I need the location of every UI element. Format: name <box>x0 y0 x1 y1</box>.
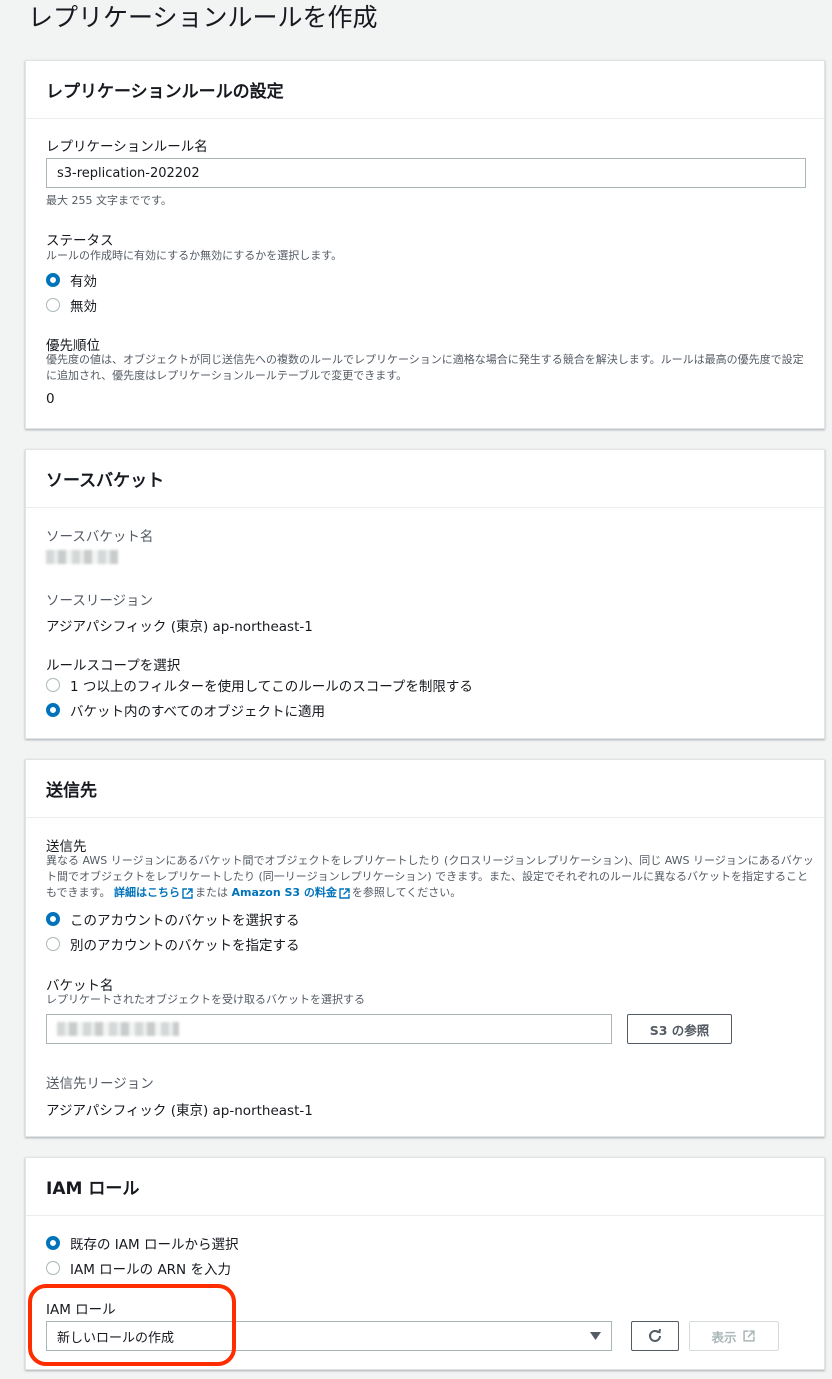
radio-unchecked-icon <box>46 678 60 692</box>
radio-checked-icon <box>46 912 60 926</box>
learn-more-link[interactable]: 詳細はこちら <box>114 886 180 899</box>
panel-title: レプリケーションルールの設定 <box>46 82 284 102</box>
radio-unchecked-icon <box>46 298 60 312</box>
rule-name-label: レプリケーションルール名 <box>46 139 208 155</box>
external-link-icon <box>742 1330 755 1342</box>
refresh-button[interactable] <box>631 1321 679 1351</box>
priority-description: 優先度の値は、オブジェクトが同じ送信先への複数のルールでレプリケーションに適格な… <box>46 353 804 382</box>
s3-pricing-link[interactable]: Amazon S3 の料金 <box>231 886 336 899</box>
role-arn-radio[interactable]: IAM ロールの ARN を入力 <box>46 1258 231 1278</box>
view-button-label: 表示 <box>711 1329 737 1345</box>
source-bucket-panel: ソースバケット ソースバケット名 ソースリージョン アジアパシフィック (東京)… <box>25 449 825 739</box>
scope-all-objects-radio[interactable]: バケット内のすべてのオブジェクトに適用 <box>46 700 325 720</box>
panel-title: IAM ロール <box>46 1179 140 1199</box>
external-link-icon <box>339 887 350 899</box>
radio-label: バケット内のすべてのオブジェクトに適用 <box>70 704 326 720</box>
scope-filter-radio[interactable]: 1 つ以上のフィルターを使用してこのルールのスコープを制限する <box>46 675 473 695</box>
panel-header: IAM ロール <box>26 1158 824 1216</box>
other-account-radio[interactable]: 別のアカウントのバケットを指定する <box>46 934 300 954</box>
radio-label: 別のアカウントのバケットを指定する <box>70 938 300 954</box>
status-enabled-radio[interactable]: 有効 <box>46 270 97 290</box>
annotation-highlight-box <box>28 1284 236 1366</box>
radio-label: IAM ロールの ARN を入力 <box>70 1262 231 1278</box>
destination-region-value: アジアパシフィック (東京) ap-northeast-1 <box>46 1103 313 1119</box>
radio-checked-icon <box>46 1236 60 1250</box>
radio-unchecked-icon <box>46 1261 60 1275</box>
radio-label: 有効 <box>70 274 97 290</box>
caret-down-icon <box>590 1332 601 1340</box>
browse-s3-button[interactable]: S3 の参照 <box>627 1014 732 1044</box>
rule-settings-panel: レプリケーションルールの設定 レプリケーションルール名 s3-replicati… <box>25 60 825 429</box>
status-label: ステータス <box>46 233 114 249</box>
radio-label: 既存の IAM ロールから選択 <box>70 1237 239 1253</box>
redacted-bucket-name <box>57 1022 179 1036</box>
destination-region-label: 送信先リージョン <box>46 1076 154 1092</box>
page-title: レプリケーションルールを作成 <box>28 3 378 32</box>
bucket-name-description: レプリケートされたオブジェクトを受け取るバケットを選択する <box>46 993 365 1006</box>
panel-title: ソースバケット <box>46 471 165 491</box>
destination-label: 送信先 <box>46 839 87 855</box>
destination-panel: 送信先 送信先 異なる AWS リージョンにあるバケット間でオブジェクトをレプリ… <box>25 759 825 1137</box>
radio-label: 1 つ以上のフィルターを使用してこのルールのスコープを制限する <box>70 679 473 695</box>
radio-checked-icon <box>46 273 60 287</box>
priority-label: 優先順位 <box>46 338 100 354</box>
panel-header: レプリケーションルールの設定 <box>26 61 824 119</box>
panel-title: 送信先 <box>46 781 97 801</box>
scope-label: ルールスコープを選択 <box>46 658 181 674</box>
existing-role-radio[interactable]: 既存の IAM ロールから選択 <box>46 1233 238 1253</box>
panel-header: 送信先 <box>26 760 824 818</box>
bucket-name-label: バケット名 <box>46 978 114 994</box>
rule-name-input[interactable]: s3-replication-202202 <box>46 158 806 188</box>
this-account-radio[interactable]: このアカウントのバケットを選択する <box>46 909 300 929</box>
radio-unchecked-icon <box>46 937 60 951</box>
source-region-value: アジアパシフィック (東京) ap-northeast-1 <box>46 619 313 635</box>
destination-description: 異なる AWS リージョンにあるバケット間でオブジェクトをレプリケートしたり (… <box>46 854 814 899</box>
redacted-bucket-name <box>46 550 118 564</box>
panel-header: ソースバケット <box>26 450 824 508</box>
source-region-label: ソースリージョン <box>46 593 154 609</box>
destination-bucket-input[interactable] <box>46 1014 612 1044</box>
source-bucket-name-label: ソースバケット名 <box>46 529 154 545</box>
view-button[interactable]: 表示 <box>689 1321 779 1351</box>
status-disabled-radio[interactable]: 無効 <box>46 295 97 315</box>
refresh-icon <box>649 1328 661 1342</box>
priority-value: 0 <box>46 391 55 407</box>
status-description: ルールの作成時に有効にするか無効にするかを選択します。 <box>46 249 343 262</box>
radio-label: 無効 <box>70 299 97 315</box>
radio-label: このアカウントのバケットを選択する <box>70 913 300 929</box>
radio-checked-icon <box>46 703 60 717</box>
rule-name-hint: 最大 255 文字までです。 <box>46 194 172 207</box>
external-link-icon <box>182 887 193 899</box>
